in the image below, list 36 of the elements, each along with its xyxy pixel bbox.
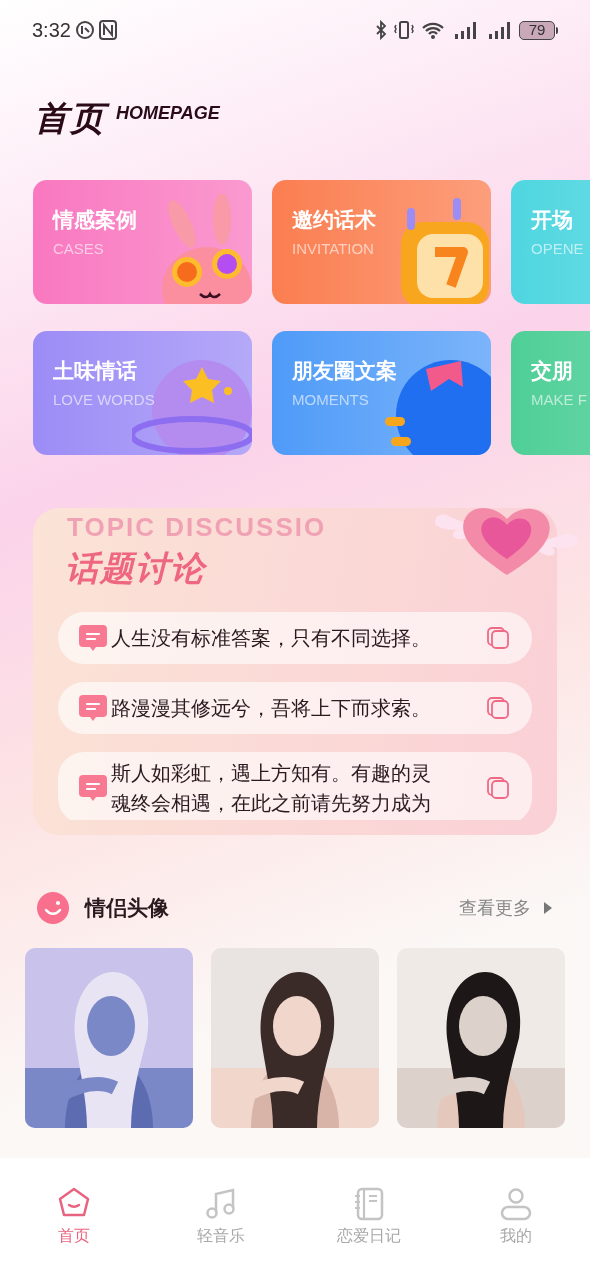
topic-text: 路漫漫其修远兮，吾将上下而求索。 <box>111 696 432 721</box>
nav-tab[interactable]: 轻音乐 <box>147 1186 295 1248</box>
page-subtitle: HOMEPAGE <box>116 101 220 125</box>
category-card[interactable]: 邀约话术 INVITATION <box>272 180 491 304</box>
topic-row[interactable]: 人生没有标准答案，只有不同选择。 <box>58 612 532 664</box>
bluetooth-icon <box>375 20 387 40</box>
comment-icon <box>78 623 108 653</box>
category-card[interactable]: 朋友圈文案 MOMENTS <box>272 331 491 455</box>
category-card[interactable]: 情感案例 CASES <box>33 180 252 304</box>
category-card[interactable]: 土味情话 LOVE WORDS <box>33 331 252 455</box>
category-card[interactable]: 开场 OPENE <box>511 180 590 304</box>
nav-tab[interactable]: 我的 <box>442 1186 590 1248</box>
battery-icon: 79 <box>519 20 558 40</box>
nav-tab[interactable]: 首页 <box>0 1186 148 1248</box>
topic-text: 人生没有标准答案，只有不同选择。 <box>111 626 432 651</box>
nfc-icon <box>98 20 117 40</box>
app-badge-icon <box>74 20 95 40</box>
topic-row[interactable]: 斯人如彩虹，遇上方知有。有趣的灵魂终会相遇，在此之前请先努力成为 <box>58 752 532 820</box>
comment-icon <box>78 693 108 723</box>
status-time: 3:32 <box>32 18 71 43</box>
category-card[interactable]: 交朋 MAKE F <box>511 331 590 455</box>
topic-row[interactable]: 路漫漫其修远兮，吾将上下而求索。 <box>58 682 532 734</box>
topic-text: 斯人如彩虹，遇上方知有。有趣的灵魂终会相遇，在此之前请先努力成为 <box>111 761 432 816</box>
nav-tab[interactable]: 恋爱日记 <box>295 1186 443 1248</box>
smiley-icon <box>37 892 69 924</box>
section-title: 情侣头像 <box>85 895 169 922</box>
chevron-right-icon <box>543 901 553 915</box>
wifi-icon <box>421 20 445 40</box>
vibrate-icon <box>393 20 415 40</box>
topic-title: 话题讨论 <box>65 548 205 589</box>
copy-icon[interactable] <box>486 626 510 650</box>
see-more-link[interactable]: 查看更多 <box>459 894 553 922</box>
watermark-text: TOPIC DISCUSSIO <box>67 512 327 542</box>
comment-icon <box>78 773 108 803</box>
copy-icon[interactable] <box>486 776 510 800</box>
copy-icon[interactable] <box>486 696 510 720</box>
